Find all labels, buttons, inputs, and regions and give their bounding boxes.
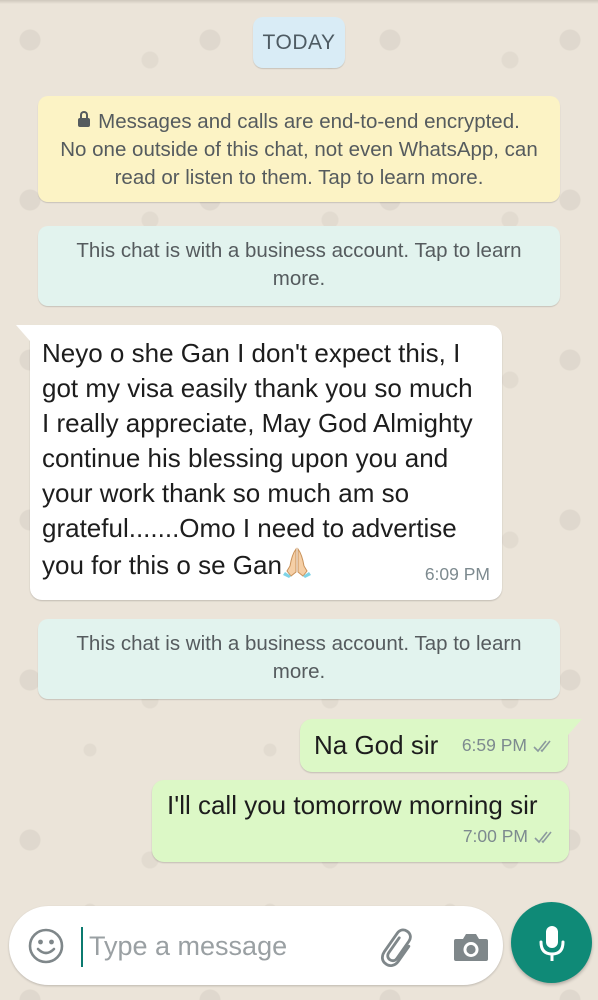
business-notice-line: more. [272,660,326,683]
text-cursor [81,927,83,967]
date-divider: TODAY [253,17,345,68]
chat-area[interactable]: TODAY Messages and calls are end-to-end … [0,0,598,1000]
encryption-notice-line: Messages and calls are end-to-end encryp… [56,108,542,136]
outgoing-message-bubble[interactable]: I'll call you tomorrow morning sir 7:00 … [152,780,569,862]
message-composer [9,906,503,985]
business-account-notice[interactable]: This chat is with a business account. Ta… [38,226,560,306]
message-line: continue his blessing upon you and [42,443,449,473]
message-meta: 7:00 PM [463,819,556,854]
encryption-notice[interactable]: Messages and calls are end-to-end encryp… [38,96,560,202]
camera-icon[interactable] [452,930,490,964]
business-notice-line: This chat is with a business account. Ta… [76,632,522,655]
emoji-icon[interactable] [27,927,65,965]
message-text: I'll call you tomorrow morning sir [167,790,538,820]
message-line: Neyo o she Gan I don't expect this, I [42,338,461,368]
message-text: Na God sir [314,730,439,760]
microphone-button[interactable] [511,902,592,983]
folded-hands-emoji-icon [282,547,311,578]
business-notice-line: more. [272,267,326,290]
business-account-notice[interactable]: This chat is with a business account. Ta… [38,619,560,699]
message-time: 7:00 PM [462,826,528,846]
message-input[interactable] [89,923,349,969]
message-time: 6:09 PM [424,564,490,584]
encryption-notice-line: No one outside of this chat, not even Wh… [60,138,538,161]
encryption-notice-line: read or listen to them. Tap to learn mor… [114,166,484,189]
message-line: got my visa easily thank you so much [42,373,473,403]
lock-icon [78,111,91,127]
message-line: your work thank so much am so [42,478,410,508]
double-check-icon [534,831,552,843]
microphone-icon [539,925,564,961]
paperclip-icon[interactable] [379,928,419,968]
message-text: Neyo o she Gan I don't expect this, I go… [42,336,492,583]
date-divider-label: TODAY [262,30,336,54]
message-line-text: you for this o se Gan [42,550,282,580]
double-check-icon [533,740,551,752]
message-meta: 6:09 PM [425,557,490,592]
message-time: 6:59 PM [461,735,527,755]
incoming-message-bubble[interactable]: Neyo o she Gan I don't expect this, I go… [16,325,502,600]
encryption-notice-text: Messages and calls are end-to-end encryp… [98,110,520,133]
business-notice-line: This chat is with a business account. Ta… [76,239,522,262]
message-meta: 6:59 PM [462,728,555,763]
outgoing-message-bubble[interactable]: Na God sir 6:59 PM [300,719,582,772]
message-line: I really appreciate, May God Almighty [42,408,473,438]
message-line: grateful.......Omo I need to advertise [42,513,457,543]
